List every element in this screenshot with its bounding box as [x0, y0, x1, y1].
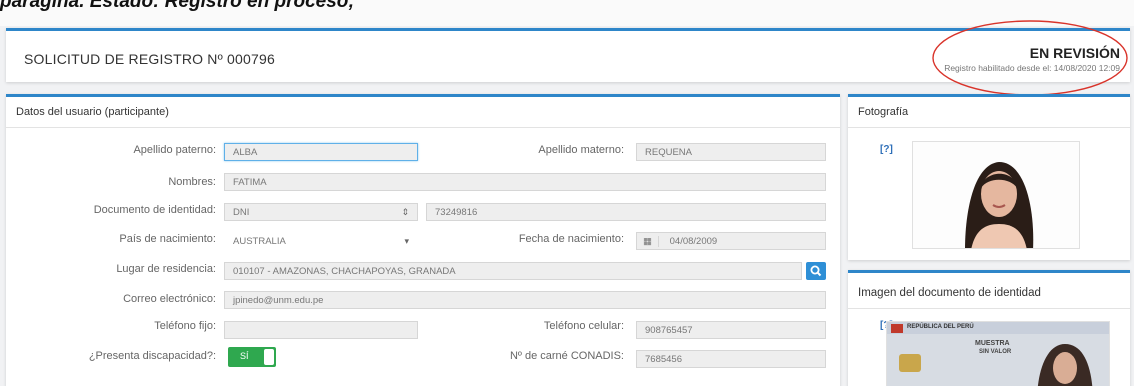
label-correo: Correo electrónico: — [123, 293, 216, 305]
fecha-nac-field[interactable]: ▦ 04/08/2009 — [636, 232, 826, 250]
document-type-select[interactable]: DNI ⇕ — [224, 203, 418, 221]
photo-card: Fotografía [?] — [848, 94, 1130, 260]
fecha-nac-value: 04/08/2009 — [669, 236, 718, 247]
photo-help-link[interactable]: [?] — [880, 144, 893, 155]
portrait-image — [913, 142, 1079, 248]
search-button[interactable] — [806, 262, 826, 280]
correo-field[interactable]: jpinedo@unm.edu.pe — [224, 291, 826, 309]
residencia-field[interactable]: 010107 - AMAZONAS, CHACHAPOYAS, GRANADA — [224, 262, 802, 280]
id-document-card: Imagen del documento de identidad [?] RE… — [848, 270, 1130, 386]
cut-off-heading: parágina. Estado: Registro en proceso; — [0, 0, 355, 12]
chevron-down-icon: ▾ — [404, 236, 409, 246]
apellido-materno-field[interactable]: REQUENA — [636, 143, 826, 161]
label-apellido-materno: Apellido materno: — [538, 144, 624, 156]
discapacidad-toggle[interactable]: SÍ — [228, 347, 276, 367]
pais-value: AUSTRALIA — [233, 236, 286, 247]
label-documento: Documento de identidad: — [93, 204, 216, 216]
label-residencia: Lugar de residencia: — [116, 263, 216, 275]
search-icon — [810, 265, 822, 277]
toggle-label: SÍ — [240, 351, 249, 361]
nombres-field[interactable]: FATIMA — [224, 173, 826, 191]
toggle-knob — [264, 349, 274, 365]
label-fecha-nac: Fecha de nacimiento: — [518, 233, 624, 245]
select-updown-icon: ⇕ — [401, 207, 409, 217]
label-telefono-celular: Teléfono celular: — [543, 320, 624, 332]
id-card-country: REPÚBLICA DEL PERÚ — [907, 324, 974, 330]
document-type-value: DNI — [233, 207, 250, 218]
apellido-paterno-field[interactable]: ALBA — [224, 143, 418, 161]
card-title-photo: Fotografía — [848, 97, 1130, 128]
conadis-field[interactable]: 7685456 — [636, 350, 826, 368]
label-pais: País de nacimiento: — [119, 233, 216, 245]
label-discapacidad: ¿Presenta discapacidad?: — [88, 350, 216, 362]
user-photo — [912, 141, 1080, 249]
telefono-fijo-field[interactable] — [224, 321, 418, 339]
user-data-card: Datos del usuario (participante) Apellid… — [6, 94, 840, 386]
page-title: SOLICITUD DE REGISTRO Nº 000796 — [24, 51, 275, 67]
label-telefono-fijo: Teléfono fijo: — [154, 320, 216, 332]
calendar-icon: ▦ — [637, 236, 659, 247]
card-title-user: Datos del usuario (participante) — [6, 97, 840, 128]
label-apellido-paterno: Apellido paterno: — [133, 144, 216, 156]
card-title-id-document: Imagen del documento de identidad — [848, 273, 1130, 309]
id-card-watermark-2: SIN VALOR — [979, 349, 1012, 355]
document-number-field[interactable]: 73249816 — [426, 203, 826, 221]
pais-select[interactable]: AUSTRALIA ▾ — [224, 232, 418, 250]
telefono-celular-field[interactable]: 908765457 — [636, 321, 826, 339]
label-conadis: Nº de carné CONADIS: — [509, 350, 624, 362]
label-nombres: Nombres: — [168, 176, 216, 188]
id-card-watermark: MUESTRA — [975, 340, 1010, 347]
id-card-image: REPÚBLICA DEL PERÚ MUESTRA SIN VALOR — [886, 321, 1110, 386]
annotation-ellipse — [932, 20, 1128, 96]
